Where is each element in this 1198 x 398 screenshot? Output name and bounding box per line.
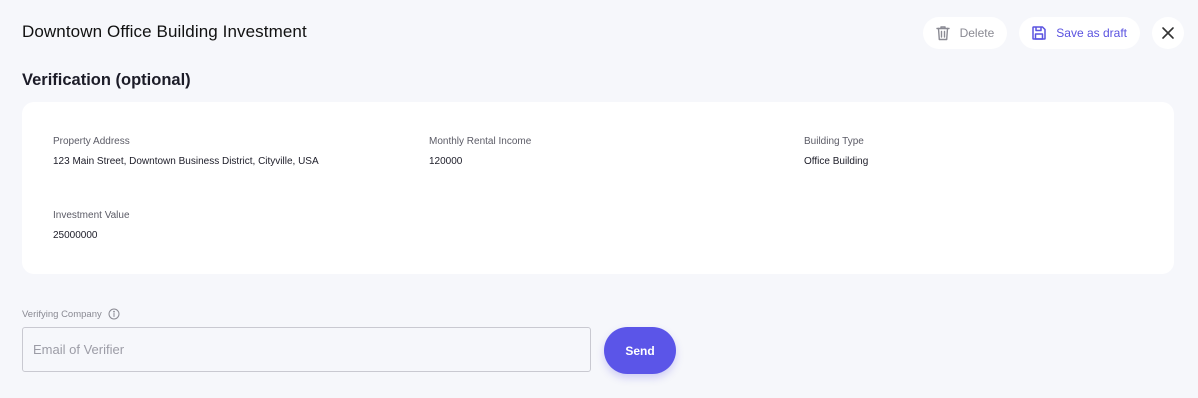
save-as-draft-label: Save as draft: [1056, 26, 1127, 40]
monthly-rental-income-field: Monthly Rental Income 120000: [429, 136, 531, 167]
close-icon: [1161, 26, 1175, 40]
trash-icon: [934, 24, 952, 42]
close-button[interactable]: [1152, 17, 1184, 49]
property-details-card: Property Address 123 Main Street, Downto…: [22, 102, 1174, 274]
verifier-email-input[interactable]: [22, 327, 591, 372]
section-heading: Verification (optional): [22, 71, 191, 89]
send-button[interactable]: Send: [604, 327, 676, 374]
investment-value-label: Investment Value: [53, 210, 130, 221]
header-actions: Delete Save as draft: [922, 17, 1184, 49]
property-address-label: Property Address: [53, 136, 130, 147]
property-address-value: 123 Main Street, Downtown Business Distr…: [53, 156, 319, 167]
monthly-rental-income-label: Monthly Rental Income: [429, 136, 532, 147]
building-type-value: Office Building: [804, 156, 869, 167]
delete-button-label: Delete: [959, 26, 995, 40]
investment-value-field: Investment Value 25000000: [53, 210, 130, 241]
page-title: Downtown Office Building Investment: [22, 22, 307, 41]
verifying-company-label: Verifying Company: [22, 308, 120, 320]
property-address-field: Property Address 123 Main Street, Downto…: [53, 136, 319, 167]
building-type-label: Building Type: [804, 136, 864, 147]
floppy-disk-icon: [1030, 24, 1048, 42]
building-type-field: Building Type Office Building: [804, 136, 868, 167]
delete-button[interactable]: Delete: [922, 17, 1008, 49]
verification-page: Downtown Office Building Investment Dele…: [0, 0, 1198, 398]
verifying-company-label-text: Verifying Company: [22, 308, 102, 320]
monthly-rental-income-value: 120000: [429, 156, 463, 167]
save-as-draft-button[interactable]: Save as draft: [1019, 17, 1140, 49]
info-icon[interactable]: [108, 308, 120, 320]
investment-value-value: 25000000: [53, 230, 98, 241]
